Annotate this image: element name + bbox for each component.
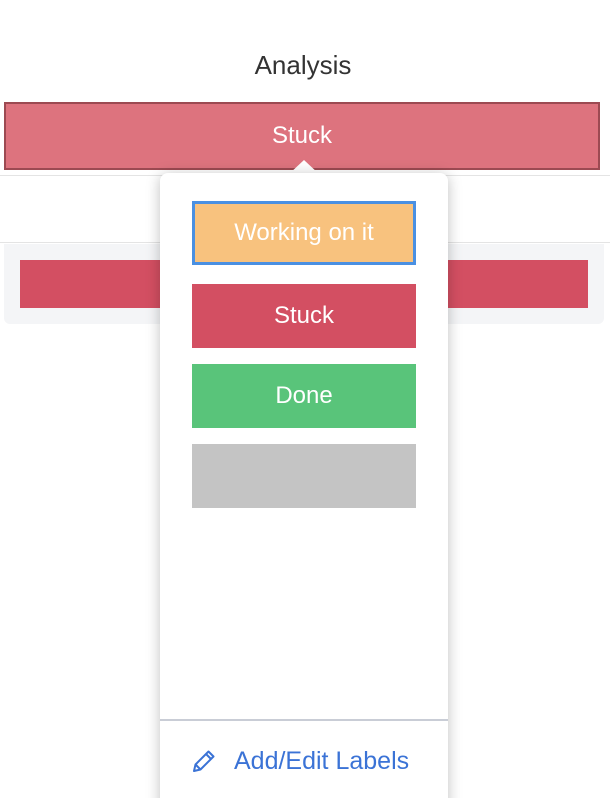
add-edit-labels-button[interactable]: Add/Edit Labels (190, 739, 409, 783)
label-option-working-on-it[interactable]: Working on it (192, 201, 416, 265)
label-picker-popover: Working on it Stuck Done Add/Edit Labels (160, 173, 448, 798)
add-edit-labels-text: Add/Edit Labels (234, 746, 410, 775)
label-option-blank[interactable] (192, 444, 416, 508)
popover-arrow (289, 160, 319, 174)
label-option-done[interactable]: Done (192, 364, 416, 428)
popover-divider (160, 719, 448, 721)
column-title: Analysis (254, 50, 352, 80)
pencil-icon (190, 747, 218, 775)
board-view: Analysis Stuck Working on it Stuck Done … (0, 0, 610, 798)
label-option-stuck[interactable]: Stuck (192, 284, 416, 348)
